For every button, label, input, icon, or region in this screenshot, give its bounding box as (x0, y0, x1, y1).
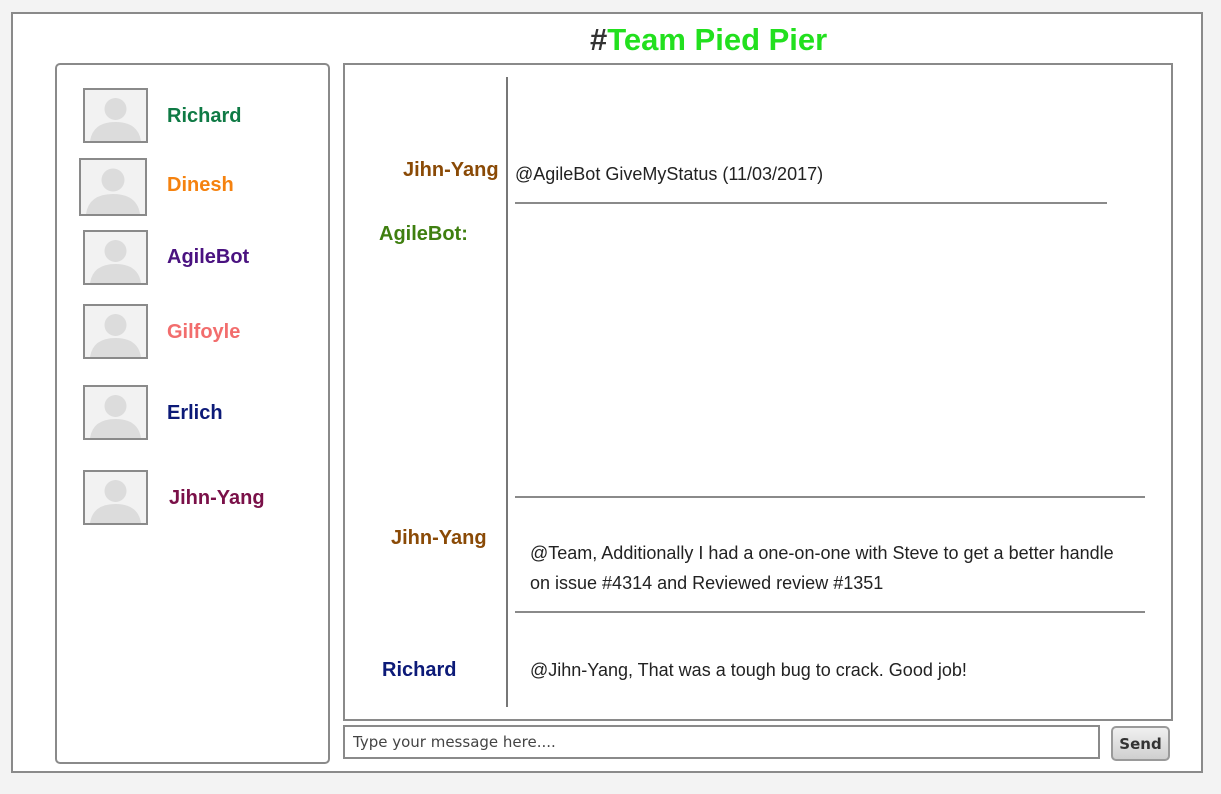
member-item-jihn-yang[interactable]: Jihn-Yang (83, 470, 265, 525)
member-name: AgileBot (167, 246, 250, 268)
channel-name: Team Pied Pier (607, 22, 828, 57)
member-item-richard[interactable]: Richard (83, 88, 241, 143)
message-sender: Jihn-Yang (403, 159, 499, 181)
send-button[interactable]: Send (1111, 726, 1170, 761)
member-item-agilebot[interactable]: AgileBot (83, 230, 249, 285)
message-sender: Richard (382, 659, 457, 681)
user-placeholder-icon (83, 385, 148, 440)
message-text: @Team, Additionally I had a one-on-one w… (530, 543, 1114, 593)
user-placeholder-icon (83, 304, 148, 359)
member-item-erlich[interactable]: Erlich (83, 385, 223, 440)
member-name: Dinesh (167, 174, 234, 196)
message-separator (515, 611, 1145, 613)
message-panel: Jihn-Yang @AgileBot GiveMyStatus (11/03/… (343, 63, 1173, 721)
user-placeholder-icon (79, 158, 147, 216)
channel-hash: # (590, 22, 608, 57)
message-input[interactable] (343, 725, 1100, 759)
sender-divider (506, 77, 508, 707)
message-text: @AgileBot GiveMyStatus (11/03/2017) (515, 164, 824, 184)
member-item-dinesh[interactable]: Dinesh (79, 158, 234, 216)
member-name: Erlich (167, 402, 223, 424)
member-sidebar: Richard Dinesh AgileBot Gilfoyle Erlich … (55, 63, 330, 764)
member-item-gilfoyle[interactable]: Gilfoyle (83, 304, 240, 359)
message-sender: Jihn-Yang (391, 527, 487, 549)
message-separator (515, 496, 1145, 498)
message-sender: AgileBot: (379, 223, 468, 245)
member-name: Jihn-Yang (169, 487, 265, 509)
channel-title: #Team Pied Pier (590, 22, 827, 58)
message-text: @Jihn-Yang, That was a tough bug to crac… (530, 660, 967, 680)
member-name: Gilfoyle (167, 321, 241, 343)
member-name: Richard (167, 105, 242, 127)
message-separator (515, 202, 1107, 204)
user-placeholder-icon (83, 230, 148, 285)
user-placeholder-icon (83, 470, 148, 525)
user-placeholder-icon (83, 88, 148, 143)
